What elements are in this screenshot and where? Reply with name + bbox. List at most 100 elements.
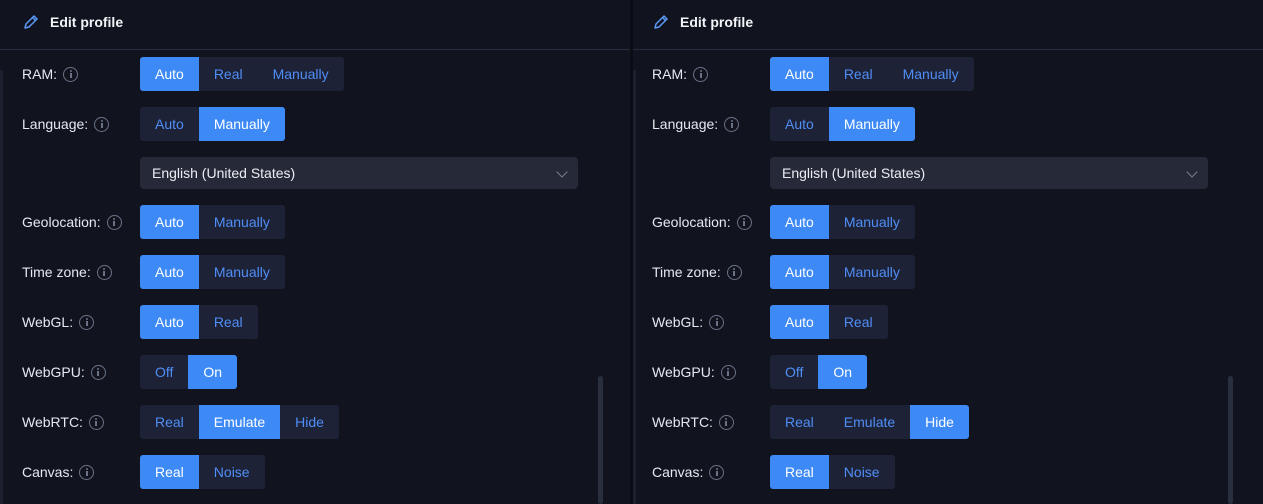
info-icon[interactable] [693,66,708,82]
webgpu-option-on[interactable]: On [818,355,868,389]
info-icon[interactable] [96,264,112,280]
webgl-option-real[interactable]: Real [199,305,258,339]
language-dropdown-row: English (United States) [633,157,1263,191]
webrtc-option-hide[interactable]: Hide [910,405,969,439]
ram-option-real[interactable]: Real [199,57,258,91]
webrtc-option-hide[interactable]: Hide [280,405,339,439]
info-icon[interactable] [88,414,104,430]
geolocation-option-manually[interactable]: Manually [829,205,915,239]
info-icon[interactable] [90,364,106,380]
webgpu-row: WebGPU: Off On [0,355,630,389]
timezone-option-auto[interactable]: Auto [140,255,199,289]
ram-row: RAM: Auto Real Manually [633,57,1263,91]
webgpu-row: WebGPU: Off On [633,355,1263,389]
language-dropdown[interactable]: English (United States) [140,157,578,189]
info-icon[interactable] [709,464,725,480]
timezone-label: Time zone: [22,264,112,280]
ram-option-manually[interactable]: Manually [888,57,974,91]
info-icon[interactable] [106,214,122,230]
language-option-manually[interactable]: Manually [198,107,285,141]
webrtc-label: WebRTC: [652,414,734,430]
info-icon[interactable] [726,264,742,280]
language-dropdown-row: English (United States) [0,157,630,191]
webrtc-row: WebRTC: Real Emulate Hide [633,405,1263,439]
webgl-option-auto[interactable]: Auto [140,305,199,339]
timezone-row: Time zone: Auto Manually [0,255,630,289]
canvas-option-noise[interactable]: Noise [829,455,895,489]
ram-option-manually[interactable]: Manually [258,57,344,91]
timezone-option-auto[interactable]: Auto [770,255,829,289]
webrtc-option-real[interactable]: Real [140,405,199,439]
geolocation-segmented-control: Auto Manually [140,205,285,239]
info-icon[interactable] [709,314,725,330]
webgpu-segmented-control: Off On [140,355,238,389]
canvas-segmented-control: Real Noise [140,455,265,489]
webrtc-option-emulate[interactable]: Emulate [198,405,281,439]
info-icon[interactable] [724,116,740,132]
timezone-option-manually[interactable]: Manually [829,255,915,289]
geolocation-label: Geolocation: [652,214,752,230]
language-option-auto[interactable]: Auto [770,107,829,141]
geolocation-row: Geolocation: Auto Manually [0,205,630,239]
webgl-option-real[interactable]: Real [829,305,888,339]
canvas-label: Canvas: [22,464,95,480]
webgpu-option-on[interactable]: On [188,355,238,389]
ram-label: RAM: [22,66,78,82]
page-title: Edit profile [50,14,124,30]
panel-header: Edit profile [633,0,1263,50]
info-icon[interactable] [718,414,734,430]
ram-segmented-control: Auto Real Manually [770,57,974,91]
pencil-icon [24,15,38,29]
geolocation-option-auto[interactable]: Auto [770,205,829,239]
info-icon[interactable] [79,314,95,330]
geolocation-label: Geolocation: [22,214,122,230]
ram-option-auto[interactable]: Auto [140,57,199,91]
timezone-option-manually[interactable]: Manually [199,255,285,289]
info-icon[interactable] [736,214,752,230]
webgl-segmented-control: Auto Real [140,305,258,339]
language-dropdown-value: English (United States) [152,165,296,181]
webgpu-option-off[interactable]: Off [770,355,818,389]
webrtc-option-real[interactable]: Real [770,405,829,439]
language-row: Language: Auto Manually [0,107,630,141]
canvas-option-real[interactable]: Real [770,455,829,489]
ram-label: RAM: [652,66,708,82]
info-icon[interactable] [79,464,95,480]
webgpu-label: WebGPU: [22,364,106,380]
webgl-label: WebGL: [22,314,95,330]
language-label: Language: [652,116,740,132]
language-dropdown[interactable]: English (United States) [770,157,1208,189]
canvas-option-real[interactable]: Real [140,455,199,489]
page-title: Edit profile [680,14,754,30]
chevron-down-icon [556,166,568,178]
ram-segmented-control: Auto Real Manually [140,57,344,91]
info-icon[interactable] [720,364,736,380]
ram-row: RAM: Auto Real Manually [0,57,630,91]
scrollbar[interactable] [1228,376,1233,504]
webgl-option-auto[interactable]: Auto [770,305,829,339]
timezone-segmented-control: Auto Manually [770,255,915,289]
chevron-down-icon [1186,166,1198,178]
webgpu-segmented-control: Off On [770,355,868,389]
language-option-manually[interactable]: Manually [828,107,915,141]
webrtc-segmented-control: Real Emulate Hide [140,405,339,439]
webrtc-segmented-control: Real Emulate Hide [770,405,969,439]
webgl-row: WebGL: Auto Real [0,305,630,339]
geolocation-option-auto[interactable]: Auto [140,205,199,239]
language-segmented-control: Auto Manually [140,107,285,141]
ram-option-auto[interactable]: Auto [770,57,829,91]
webgpu-option-off[interactable]: Off [140,355,188,389]
geolocation-segmented-control: Auto Manually [770,205,915,239]
webrtc-label: WebRTC: [22,414,104,430]
canvas-option-noise[interactable]: Noise [199,455,265,489]
scrollbar[interactable] [598,376,603,504]
info-icon[interactable] [94,116,110,132]
info-icon[interactable] [63,66,78,82]
geolocation-option-manually[interactable]: Manually [199,205,285,239]
canvas-row: Canvas: Real Noise [0,455,630,489]
webrtc-option-emulate[interactable]: Emulate [829,405,910,439]
language-option-auto[interactable]: Auto [140,107,199,141]
ram-option-real[interactable]: Real [829,57,888,91]
webgpu-label: WebGPU: [652,364,736,380]
pencil-icon [654,15,668,29]
